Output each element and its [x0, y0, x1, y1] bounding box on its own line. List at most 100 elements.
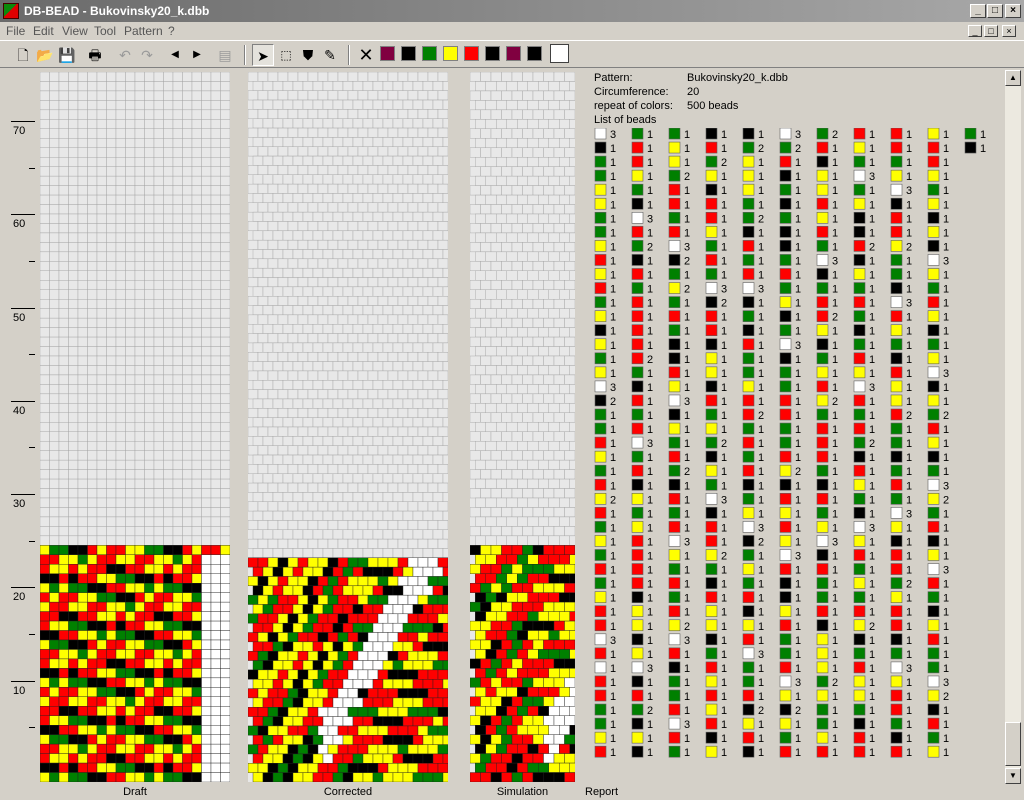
- bead-cell: [172, 365, 183, 376]
- doc-close-button[interactable]: ×: [1002, 25, 1016, 37]
- preview-icon[interactable]: ▤: [214, 44, 236, 66]
- bead-cell: [342, 716, 354, 727]
- palette-swatch[interactable]: [422, 46, 437, 61]
- menu-pattern[interactable]: Pattern: [124, 24, 163, 38]
- bead-cell: [437, 725, 448, 736]
- maximize-button[interactable]: □: [987, 4, 1003, 18]
- bead-cell: [115, 488, 126, 499]
- bead-cell: [475, 706, 486, 716]
- bead-cell: [569, 81, 575, 92]
- bead-cell: [412, 174, 424, 185]
- bead-cell: [402, 361, 414, 372]
- bead-cell: [427, 501, 439, 512]
- menu-file[interactable]: File: [6, 24, 25, 38]
- palette-swatch[interactable]: [527, 46, 542, 61]
- bead-swatch: [631, 324, 644, 336]
- palette-swatch[interactable]: [401, 46, 416, 61]
- bead-cell: [87, 611, 98, 622]
- bead-cell: [506, 743, 518, 754]
- bead-cell: [49, 280, 60, 290]
- bead-cell: [412, 735, 424, 745]
- bead-cell: [77, 261, 88, 272]
- select-rect-icon[interactable]: ⬚: [275, 44, 297, 66]
- delete-color-icon[interactable]: ✕: [355, 44, 377, 66]
- bead-cell: [342, 174, 354, 185]
- bead-cell: [501, 90, 513, 101]
- bead-swatch: [927, 380, 940, 393]
- scroll-up-button[interactable]: ▲: [1005, 70, 1021, 86]
- menu-help[interactable]: ?: [168, 24, 175, 38]
- bead-cell: [548, 289, 560, 300]
- bead-cell: [422, 753, 434, 764]
- minimize-button[interactable]: _: [970, 4, 986, 18]
- pointer-icon[interactable]: ➤: [252, 44, 274, 66]
- bead-cell: [172, 725, 183, 735]
- bead-cell: [362, 417, 374, 428]
- redo-icon[interactable]: ↷: [136, 44, 158, 66]
- close-button[interactable]: ×: [1005, 4, 1021, 18]
- bead-cell: [40, 441, 50, 451]
- bead-cell: [538, 422, 549, 432]
- bead-cell: [115, 696, 126, 707]
- palette-swatch[interactable]: [485, 46, 500, 61]
- bead-cell: [437, 333, 448, 344]
- bead-cell: [115, 336, 126, 347]
- bead-swatch: [779, 282, 792, 294]
- palette-swatch[interactable]: [464, 46, 479, 61]
- toolbar: 🗋 📂 💾 🖶 ↶ ↷ ◀ ▶ ▤ ➤ ⬚ ⛊ ✎ ✕: [0, 40, 1024, 68]
- scroll-down-button[interactable]: ▼: [1005, 768, 1021, 784]
- new-file-icon[interactable]: 🗋: [12, 44, 34, 66]
- pattern-canvas[interactable]: 70 60 50 40 30 20 10 Draft Corrected Simulatio…: [3, 70, 1005, 798]
- palette-swatch[interactable]: [380, 46, 395, 61]
- arrow-left-icon[interactable]: ◀: [164, 44, 186, 66]
- menu-edit[interactable]: Edit: [33, 24, 54, 38]
- bead-cell: [506, 459, 518, 470]
- bead-cell: [392, 510, 404, 521]
- bead-cell: [543, 90, 555, 101]
- bead-count: 1: [832, 733, 838, 745]
- bead-cell: [125, 109, 136, 120]
- open-folder-icon[interactable]: 📂: [34, 44, 56, 66]
- palette-swatch[interactable]: [443, 46, 458, 61]
- bead-cell: [297, 744, 309, 755]
- save-icon[interactable]: 💾: [56, 44, 78, 66]
- bead-cell: [153, 725, 164, 735]
- doc-minimize-button[interactable]: _: [968, 25, 982, 37]
- bead-swatch: [853, 689, 866, 702]
- bead-cell: [397, 146, 409, 157]
- scroll-thumb[interactable]: [1005, 722, 1021, 766]
- fill-icon[interactable]: ⛊: [297, 44, 319, 66]
- undo-icon[interactable]: ↶: [114, 44, 136, 66]
- vertical-scrollbar[interactable]: ▲ ▼: [1005, 70, 1021, 784]
- bead-count: 1: [647, 635, 653, 647]
- bead-swatch: [779, 605, 792, 618]
- menu-view[interactable]: View: [62, 24, 88, 38]
- bead-cell: [377, 763, 389, 773]
- bead-cell: [282, 604, 294, 615]
- bead-cell: [372, 230, 384, 241]
- current-color-swatch[interactable]: [550, 44, 569, 63]
- bead-cell: [153, 374, 164, 385]
- bead-cell: [182, 327, 193, 338]
- bead-cell: [96, 393, 107, 404]
- bead-cell: [506, 346, 518, 357]
- bead-cell: [40, 403, 50, 413]
- draft-panel[interactable]: [40, 72, 230, 782]
- bead-cell: [427, 613, 439, 624]
- doc-restore-button[interactable]: □: [984, 25, 998, 37]
- eyedropper-icon[interactable]: ✎: [319, 44, 341, 66]
- bead-cell: [543, 223, 555, 234]
- bead-cell: [144, 261, 155, 272]
- menu-tool[interactable]: Tool: [94, 24, 116, 38]
- bead-cell: [272, 155, 284, 166]
- bead-count: 1: [943, 396, 949, 408]
- bead-cell: [58, 535, 69, 546]
- bead-cell: [392, 99, 404, 110]
- bead-cell: [490, 450, 502, 461]
- print-icon[interactable]: 🖶: [84, 44, 106, 66]
- arrow-right-icon[interactable]: ▶: [186, 44, 208, 66]
- bead-cell: [182, 526, 193, 537]
- bead-cell: [292, 735, 304, 745]
- bead-cell: [163, 90, 174, 101]
- palette-swatch[interactable]: [506, 46, 521, 61]
